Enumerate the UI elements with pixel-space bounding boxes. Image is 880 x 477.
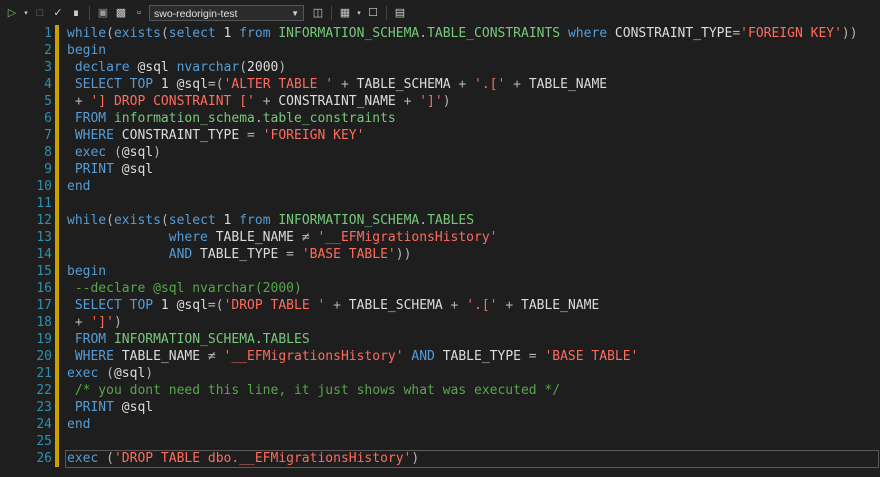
line-number: 17: [36, 298, 52, 313]
toolbar: ▷ ▾ □ ✓ ∎ ▣ ▩ ▫ swo-redorigin-test ▼ ◫ ▦…: [0, 0, 880, 25]
code-line[interactable]: FROM INFORMATION_SCHEMA.TABLES: [67, 331, 858, 348]
include-plan-icon[interactable]: ☐: [365, 5, 381, 21]
line-number: 15: [36, 264, 52, 279]
code-line[interactable]: where TABLE_NAME ≠ '__EFMigrationsHistor…: [67, 229, 858, 246]
line-number: 6: [44, 111, 52, 126]
database-select-value: swo-redorigin-test: [154, 7, 238, 20]
selection-margin: [0, 25, 8, 477]
line-number: 9: [44, 162, 52, 177]
code-line[interactable]: exec ('DROP TABLE dbo.__EFMigrationsHist…: [67, 450, 858, 467]
line-number: 2: [44, 43, 52, 58]
results-dropdown-icon[interactable]: ▾: [355, 5, 363, 21]
code-line[interactable]: while(exists(select 1 from INFORMATION_S…: [67, 25, 858, 42]
line-number: 16: [36, 281, 52, 296]
toolbar-separator: [386, 5, 387, 20]
line-number: 24: [36, 417, 52, 432]
line-number: 19: [36, 332, 52, 347]
code-line[interactable]: declare @sql nvarchar(2000): [67, 59, 858, 76]
code-area[interactable]: while(exists(select 1 from INFORMATION_S…: [67, 25, 858, 467]
line-number: 22: [36, 383, 52, 398]
chevron-down-icon: ▼: [291, 8, 299, 18]
code-line[interactable]: exec (@sql): [67, 365, 858, 382]
code-line[interactable]: PRINT @sql: [67, 399, 858, 416]
line-number: 13: [36, 230, 52, 245]
line-number: 10: [36, 179, 52, 194]
code-line[interactable]: SELECT TOP 1 @sql=('ALTER TABLE ' + TABL…: [67, 76, 858, 93]
code-line[interactable]: begin: [67, 42, 858, 59]
code-line[interactable]: FROM information_schema.table_constraint…: [67, 110, 858, 127]
execute-icon[interactable]: ▷: [4, 5, 20, 21]
code-line[interactable]: [67, 433, 858, 450]
parse-check-icon[interactable]: ✓: [50, 5, 66, 21]
code-line[interactable]: end: [67, 416, 858, 433]
line-number: 11: [36, 196, 52, 211]
code-line[interactable]: begin: [67, 263, 858, 280]
line-number: 20: [36, 349, 52, 364]
code-line[interactable]: exec (@sql): [67, 144, 858, 161]
line-number: 14: [36, 247, 52, 262]
line-number: 4: [44, 77, 52, 92]
change-tracking-bar: [55, 25, 59, 467]
dropdown-icon[interactable]: ▾: [22, 5, 30, 21]
line-number: 12: [36, 213, 52, 228]
line-number: 21: [36, 366, 52, 381]
query-editor[interactable]: 1 2 3 4 5 6 7 8 9 10 11 12 13 14 15 16 17 18 19 20 21 22 23 24 2…: [0, 25, 880, 477]
toolbar-separator: [89, 5, 90, 20]
disconnect-icon[interactable]: ▩: [113, 5, 129, 21]
line-number: 8: [44, 145, 52, 160]
code-line[interactable]: WHERE TABLE_NAME ≠ '__EFMigrationsHistor…: [67, 348, 858, 365]
code-line[interactable]: --declare @sql nvarchar(2000): [67, 280, 858, 297]
line-number: 23: [36, 400, 52, 415]
code-line[interactable]: while(exists(select 1 from INFORMATION_S…: [67, 212, 858, 229]
line-number: 5: [44, 94, 52, 109]
line-number: 26: [36, 451, 52, 466]
connect-icon[interactable]: ▣: [95, 5, 111, 21]
code-line[interactable]: PRINT @sql: [67, 161, 858, 178]
line-number: 7: [44, 128, 52, 143]
code-line[interactable]: /* you dont need this line, it just show…: [67, 382, 858, 399]
sqlcmd-mode-icon[interactable]: ▤: [392, 5, 408, 21]
code-line[interactable]: end: [67, 178, 858, 195]
code-line[interactable]: SELECT TOP 1 @sql=('DROP TABLE ' + TABLE…: [67, 297, 858, 314]
line-number: 18: [36, 315, 52, 330]
results-grid-icon[interactable]: ▦: [337, 5, 353, 21]
line-number: 1: [44, 26, 52, 41]
toolbar-separator: [331, 5, 332, 20]
display-plan-icon[interactable]: ∎: [68, 5, 84, 21]
stop-icon[interactable]: □: [32, 5, 48, 21]
line-number: 3: [44, 60, 52, 75]
code-line[interactable]: [67, 195, 858, 212]
line-number: 25: [36, 434, 52, 449]
code-line[interactable]: + ']'): [67, 314, 858, 331]
database-select[interactable]: swo-redorigin-test ▼: [149, 4, 304, 21]
code-line[interactable]: AND TABLE_TYPE = 'BASE TABLE')): [67, 246, 858, 263]
change-connection-icon[interactable]: ▫: [131, 5, 147, 21]
query-options-icon[interactable]: ◫: [310, 5, 326, 21]
code-line[interactable]: WHERE CONSTRAINT_TYPE = 'FOREIGN KEY': [67, 127, 858, 144]
code-line[interactable]: + '] DROP CONSTRAINT [' + CONSTRAINT_NAM…: [67, 93, 858, 110]
line-number-gutter: 1 2 3 4 5 6 7 8 9 10 11 12 13 14 15 16 17 18 19 20 21 22 23 24 2…: [8, 25, 52, 477]
